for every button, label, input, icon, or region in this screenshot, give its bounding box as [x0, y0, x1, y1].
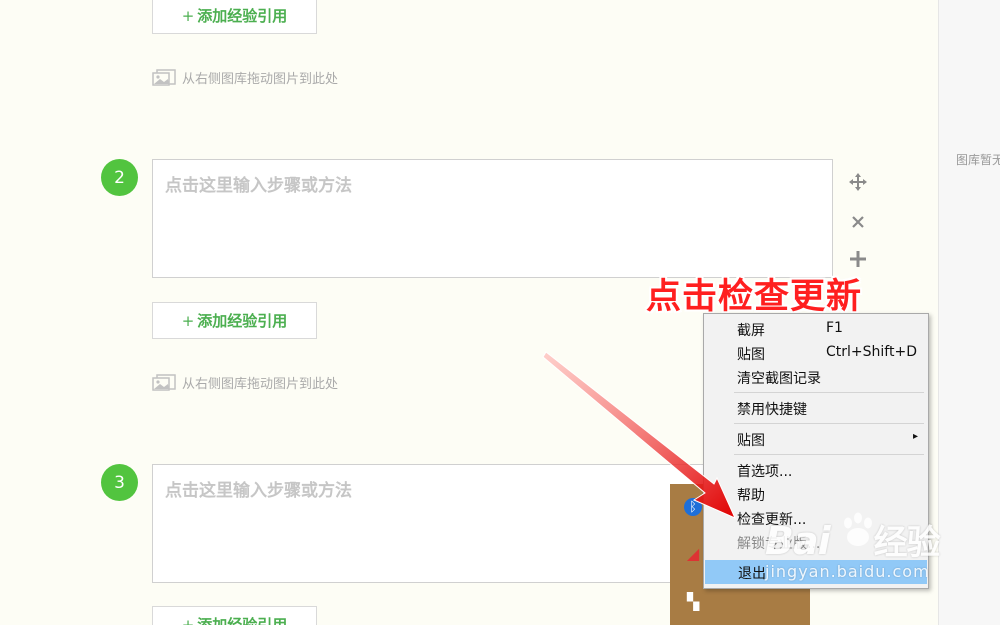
add-reference-button[interactable]: + 添加经验引用 [152, 302, 317, 339]
gallery-empty-text: 图库暂无图片 [956, 153, 1000, 167]
delete-step-icon[interactable] [846, 210, 870, 234]
menu-separator [734, 392, 924, 393]
plus-icon: + [181, 6, 195, 25]
menu-item-paste-submenu[interactable]: 贴图 ▸ [704, 427, 928, 451]
menu-item-label: 贴图 [737, 433, 765, 449]
add-reference-button[interactable]: + 添加经验引用 [152, 606, 317, 625]
menu-item-label: 退出 [738, 566, 766, 582]
menu-item-label: 禁用快捷键 [737, 402, 807, 418]
menu-item-disable-hotkeys[interactable]: 禁用快捷键 [704, 396, 928, 420]
drag-image-hint: 从右侧图库拖动图片到此处 [152, 372, 338, 392]
drag-image-hint: 从右侧图库拖动图片到此处 [152, 67, 338, 87]
drag-hint-text: 从右侧图库拖动图片到此处 [182, 376, 339, 392]
image-gallery-panel: 图库暂无图片 [938, 0, 1000, 625]
add-reference-label: 添加经验引用 [197, 7, 288, 25]
move-step-icon[interactable] [846, 170, 870, 194]
menu-item-preferences[interactable]: 首选项... [704, 458, 928, 482]
menu-item-screenshot[interactable]: 截屏 F1 [704, 317, 928, 341]
paw-logo-icon [844, 512, 872, 546]
image-icon [152, 374, 176, 391]
menu-item-shortcut: Ctrl+Shift+D [826, 344, 917, 360]
add-reference-button[interactable]: + 添加经验引用 [152, 0, 317, 34]
bluetooth-icon[interactable]: ᛒ [684, 498, 702, 516]
watermark-brand: Bai [765, 519, 831, 563]
image-icon [152, 69, 176, 86]
menu-separator [734, 423, 924, 424]
step-input[interactable]: 点击这里输入步骤或方法 [152, 159, 833, 278]
menu-item-help[interactable]: 帮助 [704, 482, 928, 506]
submenu-arrow-icon: ▸ [912, 431, 918, 442]
menu-item-label: 首选项... [737, 464, 793, 480]
menu-item-label: 截屏 [737, 323, 765, 339]
menu-item-clear-history[interactable]: 清空截图记录 [704, 365, 928, 389]
baidu-jingyan-watermark: Bai 经验 jingyan.baidu.com [765, 512, 941, 581]
menu-item-paste[interactable]: 贴图 Ctrl+Shift+D [704, 341, 928, 365]
annotation-callout: 点击检查更新 [646, 277, 863, 317]
menu-item-label: 清空截图记录 [737, 371, 821, 387]
plus-icon: + [181, 311, 195, 330]
app-icon[interactable]: ▚ [684, 592, 702, 611]
menu-item-label: 贴图 [737, 347, 765, 363]
plus-icon: + [181, 615, 195, 625]
add-reference-label: 添加经验引用 [197, 312, 288, 330]
add-reference-label: 添加经验引用 [197, 616, 288, 625]
watermark-brand-chinese: 经验 [873, 523, 941, 563]
step-number-badge: 2 [101, 159, 138, 196]
menu-item-label: 帮助 [737, 488, 765, 504]
drag-hint-text: 从右侧图库拖动图片到此处 [182, 71, 339, 87]
menu-item-shortcut: F1 [826, 320, 843, 336]
step-number-badge: 3 [101, 464, 138, 501]
network-icon[interactable]: ◢ [684, 544, 702, 563]
menu-separator [734, 454, 924, 455]
watermark-url: jingyan.baidu.com [765, 562, 930, 581]
